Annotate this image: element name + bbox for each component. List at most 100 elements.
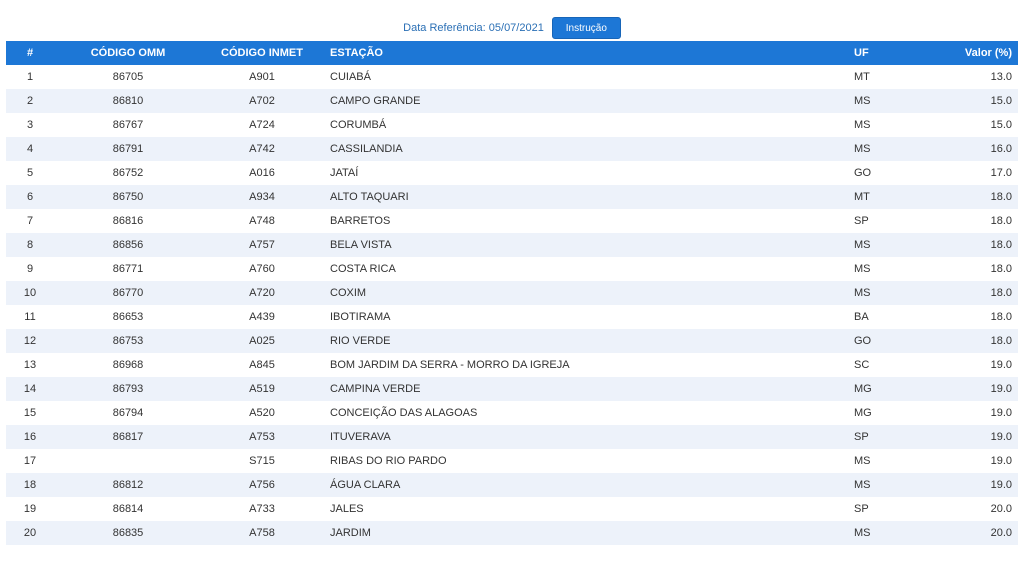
cell-number: 14 bbox=[23, 383, 37, 395]
cell-station: CAMPO GRANDE bbox=[330, 95, 421, 107]
cell-number: 1 bbox=[26, 71, 34, 83]
cell-inmet-code: A439 bbox=[249, 311, 275, 323]
cell-inmet-code: A519 bbox=[249, 383, 275, 395]
cell-state: MS bbox=[854, 239, 871, 251]
cell-value: 20.0 bbox=[990, 503, 1012, 515]
table-row[interactable]: 8 86856 A757 BELA VISTA MS 18.0 bbox=[6, 233, 1018, 257]
page: Data Referência: 05/07/2021 Instrução # … bbox=[0, 0, 1024, 576]
cell-omm-code: 86705 bbox=[112, 71, 144, 83]
table-row[interactable]: 19 86814 A733 JALES SP 20.0 bbox=[6, 497, 1018, 521]
table-row[interactable]: 11 86653 A439 IBOTIRAMA BA 18.0 bbox=[6, 305, 1018, 329]
cell-state: GO bbox=[854, 167, 872, 179]
cell-state: SC bbox=[854, 359, 870, 371]
table-row[interactable]: 14 86793 A519 CAMPINA VERDE MG 19.0 bbox=[6, 377, 1018, 401]
table-row[interactable]: 7 86816 A748 BARRETOS SP 18.0 bbox=[6, 209, 1018, 233]
table-row[interactable]: 9 86771 A760 COSTA RICA MS 18.0 bbox=[6, 257, 1018, 281]
column-header-value[interactable]: Valor (%) bbox=[928, 41, 1018, 65]
table-row[interactable]: 1 86705 A901 CUIABÁ MT 13.0 bbox=[6, 65, 1018, 89]
cell-state: MS bbox=[854, 119, 871, 131]
cell-inmet-code: A748 bbox=[249, 215, 275, 227]
cell-inmet-code: A757 bbox=[249, 239, 275, 251]
cell-value: 15.0 bbox=[990, 119, 1012, 131]
cell-inmet-code: A025 bbox=[249, 335, 275, 347]
table-row[interactable]: 5 86752 A016 JATAÍ GO 17.0 bbox=[6, 161, 1018, 185]
table-row[interactable]: 17 S715 RIBAS DO RIO PARDO MS 19.0 bbox=[6, 449, 1018, 473]
cell-number: 6 bbox=[26, 191, 34, 203]
table-header-row: # CÓDIGO OMM CÓDIGO INMET ESTAÇÃO UF Val… bbox=[6, 41, 1018, 65]
cell-value: 19.0 bbox=[990, 479, 1012, 491]
table-row[interactable]: 20 86835 A758 JARDIM MS 20.0 bbox=[6, 521, 1018, 545]
cell-state: MT bbox=[854, 191, 870, 203]
table-row[interactable]: 13 86968 A845 BOM JARDIM DA SERRA - MORRO D… bbox=[6, 353, 1018, 377]
cell-number: 9 bbox=[26, 263, 34, 275]
cell-state: MG bbox=[854, 383, 872, 395]
cell-station: ITUVERAVA bbox=[330, 431, 391, 443]
cell-station: RIO VERDE bbox=[330, 335, 391, 347]
table-row[interactable]: 3 86767 A724 CORUMBÁ MS 15.0 bbox=[6, 113, 1018, 137]
cell-station: CUIABÁ bbox=[330, 71, 371, 83]
cell-inmet-code: S715 bbox=[249, 455, 275, 467]
cell-omm-code bbox=[54, 449, 202, 473]
cell-state: MS bbox=[854, 527, 871, 539]
cell-state: MS bbox=[854, 455, 871, 467]
cell-omm-code: 86814 bbox=[112, 503, 144, 515]
column-header-number[interactable]: # bbox=[6, 41, 54, 65]
cell-station: COSTA RICA bbox=[330, 263, 396, 275]
cell-inmet-code: A758 bbox=[249, 527, 275, 539]
table-row[interactable]: 2 86810 A702 CAMPO GRANDE MS 15.0 bbox=[6, 89, 1018, 113]
table-header: # CÓDIGO OMM CÓDIGO INMET ESTAÇÃO UF Val… bbox=[6, 41, 1018, 65]
cell-inmet-code: A016 bbox=[249, 167, 275, 179]
cell-state: MS bbox=[854, 95, 871, 107]
cell-inmet-code: A520 bbox=[249, 407, 275, 419]
cell-value: 18.0 bbox=[990, 287, 1012, 299]
cell-value: 18.0 bbox=[990, 239, 1012, 251]
cell-value: 19.0 bbox=[990, 383, 1012, 395]
column-header-inmet-code[interactable]: CÓDIGO INMET bbox=[202, 41, 322, 65]
cell-inmet-code: A720 bbox=[249, 287, 275, 299]
table-row[interactable]: 10 86770 A720 COXIM MS 18.0 bbox=[6, 281, 1018, 305]
table-row[interactable]: 12 86753 A025 RIO VERDE GO 18.0 bbox=[6, 329, 1018, 353]
table-row[interactable]: 4 86791 A742 CASSILANDIA MS 16.0 bbox=[6, 137, 1018, 161]
cell-number: 19 bbox=[23, 503, 37, 515]
cell-number: 10 bbox=[23, 287, 37, 299]
cell-number: 12 bbox=[23, 335, 37, 347]
cell-inmet-code: A901 bbox=[249, 71, 275, 83]
cell-value: 19.0 bbox=[990, 359, 1012, 371]
cell-station: CORUMBÁ bbox=[330, 119, 387, 131]
cell-state: MS bbox=[854, 143, 871, 155]
cell-value: 20.0 bbox=[990, 527, 1012, 539]
cell-inmet-code: A845 bbox=[249, 359, 275, 371]
reference-bar: Data Referência: 05/07/2021 Instrução bbox=[0, 16, 1024, 40]
cell-omm-code: 86810 bbox=[112, 95, 144, 107]
cell-state: SP bbox=[854, 215, 869, 227]
cell-inmet-code: A760 bbox=[249, 263, 275, 275]
cell-station: BOM JARDIM DA SERRA - MORRO DA IGREJA bbox=[330, 359, 570, 371]
cell-number: 15 bbox=[23, 407, 37, 419]
cell-value: 17.0 bbox=[990, 167, 1012, 179]
cell-number: 3 bbox=[26, 119, 34, 131]
cell-station: JARDIM bbox=[330, 527, 371, 539]
cell-omm-code: 86817 bbox=[112, 431, 144, 443]
cell-value: 18.0 bbox=[990, 215, 1012, 227]
column-header-state[interactable]: UF bbox=[804, 41, 928, 65]
instruction-button[interactable]: Instrução bbox=[551, 17, 621, 39]
table-row[interactable]: 15 86794 A520 CONCEIÇÃO DAS ALAGOAS MG 19.0 bbox=[6, 401, 1018, 425]
cell-state: MS bbox=[854, 479, 871, 491]
cell-inmet-code: A702 bbox=[249, 95, 275, 107]
stations-table: # CÓDIGO OMM CÓDIGO INMET ESTAÇÃO UF Val… bbox=[6, 41, 1018, 545]
cell-inmet-code: A934 bbox=[249, 191, 275, 203]
cell-number: 8 bbox=[26, 239, 34, 251]
cell-omm-code: 86794 bbox=[112, 407, 144, 419]
column-header-station[interactable]: ESTAÇÃO bbox=[322, 41, 804, 65]
column-header-omm-code[interactable]: CÓDIGO OMM bbox=[54, 41, 202, 65]
cell-omm-code: 86767 bbox=[112, 119, 144, 131]
cell-station: JATAÍ bbox=[330, 167, 359, 179]
table-row[interactable]: 6 86750 A934 ALTO TAQUARI MT 18.0 bbox=[6, 185, 1018, 209]
cell-state: GO bbox=[854, 335, 872, 347]
table-row[interactable]: 18 86812 A756 ÁGUA CLARA MS 19.0 bbox=[6, 473, 1018, 497]
table-row[interactable]: 16 86817 A753 ITUVERAVA SP 19.0 bbox=[6, 425, 1018, 449]
cell-omm-code: 86793 bbox=[112, 383, 144, 395]
cell-station: RIBAS DO RIO PARDO bbox=[330, 455, 447, 467]
cell-inmet-code: A756 bbox=[249, 479, 275, 491]
cell-omm-code: 86653 bbox=[112, 311, 144, 323]
